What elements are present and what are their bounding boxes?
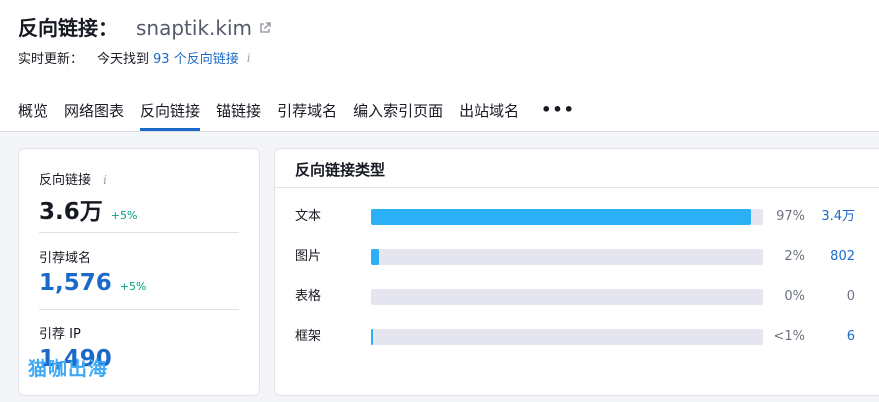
page-header: 反向链接： snaptik.kim 实时更新： 今天找到 93 个反向链接 i … <box>0 0 879 132</box>
type-row-frame: 框架 <1% 6 <box>275 327 879 347</box>
metric-referring-domains: 引荐域名 1,576 +5% <box>39 247 239 296</box>
metric-delta: +5% <box>119 280 147 293</box>
update-text: 今天找到 <box>97 52 150 67</box>
update-label: 实时更新： <box>18 52 84 67</box>
bar-track <box>371 289 763 305</box>
type-count[interactable]: 3.4万 <box>795 207 855 227</box>
type-label: 表格 <box>295 289 322 304</box>
metric-label: 引荐 IP <box>39 327 81 342</box>
tab-indexed-pages[interactable]: 编入索引页面 <box>353 100 443 132</box>
info-icon[interactable]: i <box>247 51 251 65</box>
tab-outbound-domains[interactable]: 出站域名 <box>459 100 519 132</box>
type-label: 文本 <box>295 209 322 224</box>
domain-name[interactable]: snaptik.kim <box>136 16 252 40</box>
tab-backlinks[interactable]: 反向链接 <box>140 100 201 132</box>
card-title: 反向链接类型 <box>295 161 386 179</box>
type-count[interactable]: 802 <box>795 247 855 267</box>
backlink-types-card: 反向链接类型 文本 97% 3.4万 图片 2% 802 表格 0% 0 框架 … <box>274 148 879 396</box>
metric-delta: +5% <box>110 209 138 222</box>
tab-anchors[interactable]: 锚链接 <box>216 100 261 132</box>
type-count: 0 <box>846 289 855 304</box>
divider <box>275 187 879 188</box>
bar-fill <box>371 209 752 225</box>
more-tabs-icon[interactable]: ••• <box>541 100 575 119</box>
metric-label: 反向链接 i <box>39 173 107 188</box>
page-title: 反向链接： <box>18 16 118 40</box>
live-update-row: 实时更新： 今天找到 93 个反向链接 i <box>18 48 251 68</box>
type-label: 框架 <box>295 329 322 344</box>
metric-backlinks: 反向链接 i 3.6万 +5% <box>39 169 239 226</box>
external-link-icon[interactable] <box>258 21 272 35</box>
bar-track <box>371 209 763 225</box>
new-backlinks-link[interactable]: 93 个反向链接 <box>153 48 239 67</box>
bar-track <box>371 249 763 265</box>
watermark-text: 猫咖出海 <box>28 358 109 380</box>
metric-value[interactable]: 1,576 <box>39 270 112 296</box>
info-icon[interactable]: i <box>103 173 107 187</box>
tab-network-graph[interactable]: 网络图表 <box>64 100 124 132</box>
metric-value: 3.6万 <box>39 199 103 225</box>
bar-fill <box>371 249 379 265</box>
type-row-image: 图片 2% 802 <box>275 247 879 267</box>
type-label: 图片 <box>295 249 322 264</box>
bar-fill <box>371 329 373 345</box>
tab-referring-domains[interactable]: 引荐域名 <box>277 100 337 132</box>
tab-overview[interactable]: 概览 <box>18 100 48 132</box>
type-row-form: 表格 0% 0 <box>275 287 879 307</box>
divider <box>39 232 239 233</box>
title-row: 反向链接： snaptik.kim <box>18 12 272 41</box>
type-count[interactable]: 6 <box>795 327 855 347</box>
divider <box>39 309 239 310</box>
bar-track <box>371 329 763 345</box>
type-row-text: 文本 97% 3.4万 <box>275 207 879 227</box>
tab-bar: 概览 网络图表 反向链接 锚链接 引荐域名 编入索引页面 出站域名 ••• <box>18 100 575 132</box>
metric-label: 引荐域名 <box>39 251 92 266</box>
